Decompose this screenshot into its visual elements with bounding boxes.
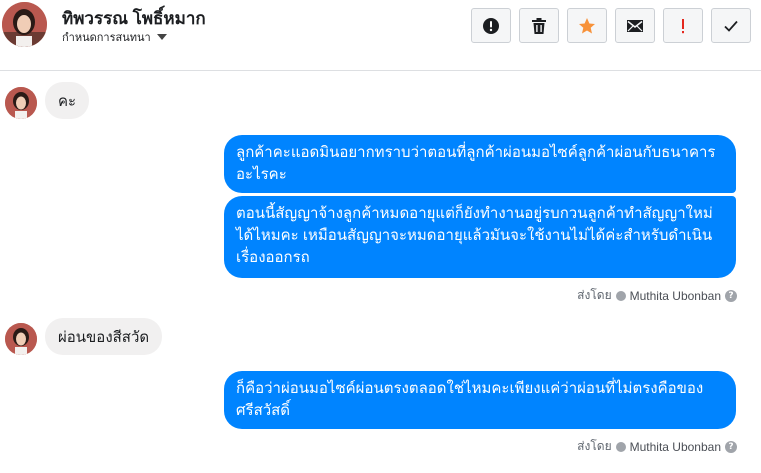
message-bubble-incoming[interactable]: ผ่อนของสีสวัด [45, 318, 163, 355]
verified-icon [615, 441, 626, 452]
message-bubble-incoming[interactable]: คะ [45, 82, 90, 119]
message-text: ตอนนี้สัญญาจ้างลูกค้าหมดอายุแต่ก็ยังทำงา… [236, 205, 713, 266]
sent-by-info: ส่งโดย Muthita Ubonban ? [577, 437, 737, 456]
customer-avatar-small [5, 323, 37, 355]
sent-by-info: ส่งโดย Muthita Ubonban ? [577, 286, 737, 305]
assign-conversation-label: กำหนดการสนทนา [62, 32, 151, 44]
follow-up-button[interactable] [663, 8, 703, 43]
mark-unread-button[interactable] [615, 8, 655, 43]
customer-avatar-small [5, 87, 37, 119]
message-text: ผ่อนของสีสวัด [58, 328, 150, 346]
delete-button[interactable] [519, 8, 559, 43]
exclamation-icon [682, 18, 684, 33]
help-icon[interactable]: ? [725, 440, 737, 453]
check-icon [724, 20, 738, 32]
message-bubble-outgoing[interactable]: ลูกค้าคะแอดมินอยากทราบว่าตอนที่ลูกค้าผ่อ… [224, 135, 736, 193]
message-bubble-outgoing[interactable]: ตอนนี้สัญญาจ้างลูกค้าหมดอายุแต่ก็ยังทำงา… [224, 196, 736, 278]
message-bubble-outgoing[interactable]: ก็คือว่าผ่อนมอไซค์ผ่อนตรงตลอดใช่ไหมคะเพี… [224, 371, 736, 429]
verified-icon [615, 290, 626, 301]
help-icon[interactable]: ? [725, 289, 737, 302]
caret-down-icon [156, 34, 167, 40]
message-text: คะ [58, 92, 77, 110]
assign-conversation-dropdown[interactable]: กำหนดการสนทนา [62, 28, 167, 46]
star-icon [579, 17, 595, 33]
sent-by-prefix: ส่งโดย [577, 288, 612, 302]
spam-button[interactable] [471, 8, 511, 43]
message-text: ลูกค้าคะแอดมินอยากทราบว่าตอนที่ลูกค้าผ่อ… [236, 144, 716, 183]
sender-name: Muthita Ubonban [629, 439, 721, 454]
sent-by-prefix: ส่งโดย [577, 439, 612, 453]
trash-icon [532, 17, 546, 34]
star-button[interactable] [567, 8, 607, 43]
customer-avatar[interactable] [2, 2, 47, 47]
conversation-toolbar [471, 8, 751, 43]
conversation-header: ทิพวรรณ โพธิ์หมาก กำหนดการสนทนา [0, 0, 761, 71]
sender-name: Muthita Ubonban [629, 288, 721, 303]
mark-done-button[interactable] [711, 8, 751, 43]
envelope-icon [627, 19, 643, 32]
exclamation-circle-icon [483, 17, 499, 34]
message-text: ก็คือว่าผ่อนมอไซค์ผ่อนตรงตลอดใช่ไหมคะเพี… [236, 380, 704, 419]
